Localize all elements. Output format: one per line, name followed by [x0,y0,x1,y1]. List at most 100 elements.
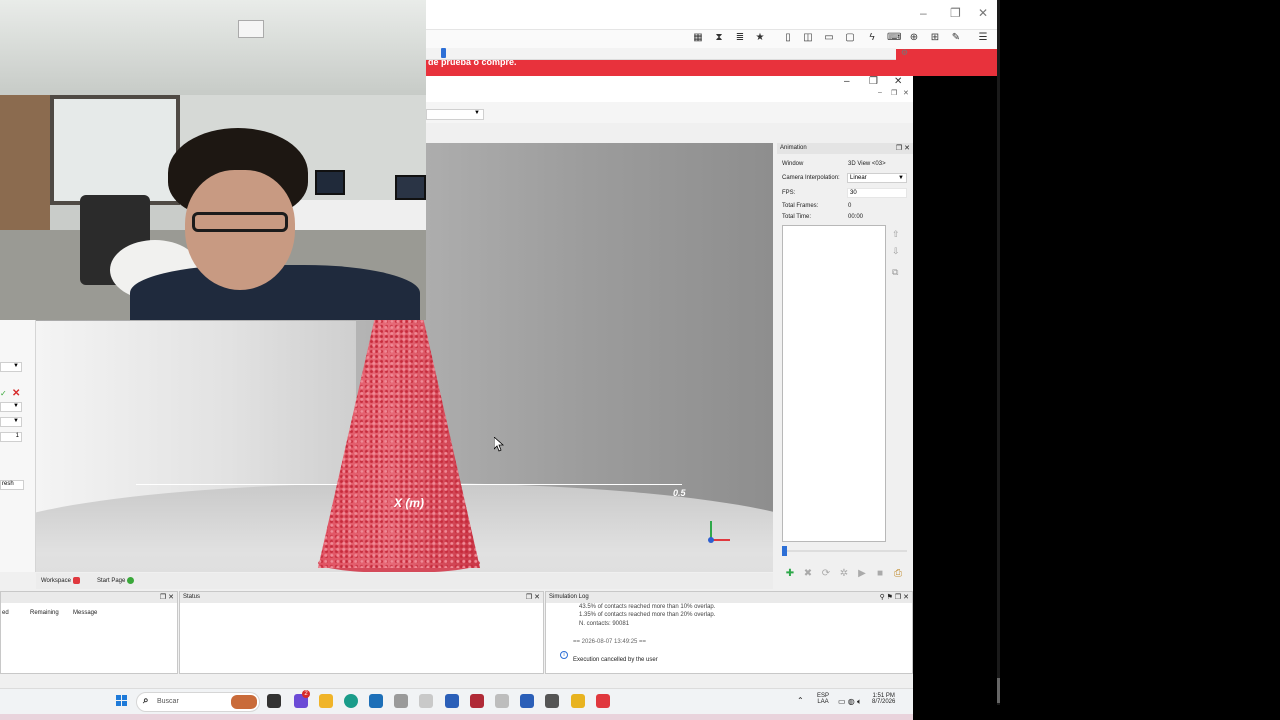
clock[interactable]: 1:51 PM 8/7/2026 [872,693,895,705]
hourglass-icon[interactable]: ⧗ [713,32,725,44]
app-minimize-icon[interactable]: – [844,76,850,87]
tablet-icon[interactable]: ▭ [823,32,835,44]
move-down-icon[interactable]: ⇩ [892,246,900,257]
store-icon[interactable] [369,694,383,708]
time-slider-thumb[interactable] [441,48,446,58]
globe-icon[interactable]: ⊕ [908,32,920,44]
duplicate-icon[interactable]: ⧉ [892,267,898,278]
remove-icon[interactable]: ✕ [12,388,20,399]
col-remaining[interactable]: Remaining [30,610,59,616]
close-icon[interactable]: ✕ [978,6,988,20]
app-icon[interactable] [394,694,408,708]
slider-settings-icon[interactable]: ⚙ [901,48,908,57]
move-up-icon[interactable]: ⇧ [892,229,900,240]
clock-date: 8/7/2026 [872,699,896,705]
col-elapsed[interactable]: ed [2,610,9,616]
star-icon[interactable]: ★ [754,32,766,44]
check-icon[interactable]: ✓ [0,389,7,398]
panel-float-close-icon[interactable]: ❐ ✕ [526,592,540,603]
browser-toolbar: ▦ ⧗ ≣ ★ ▯ ◫ ▭ ▢ ϟ ⌨ ⊕ ⊞ ✎ ☰ [426,30,997,49]
taskbar: ⌕ Buscar 2 ⌃ ESP LAA ▭ ◍ 🔈︎ 1:51 PM 8/7/… [0,688,913,714]
rocky-dem-icon[interactable] [596,694,610,708]
powerpoint-icon[interactable] [445,694,459,708]
language-indicator[interactable]: ESP LAA [817,693,829,705]
app-close-icon[interactable]: ✕ [894,76,902,87]
search-placeholder: Buscar [157,698,179,705]
teams-icon[interactable]: 2 [294,690,310,708]
webcam-person-glasses [192,212,288,232]
word-icon[interactable] [495,694,509,708]
webcam-ceiling [0,0,426,95]
scrollbar[interactable] [997,0,1000,705]
time-slider-track[interactable]: ⚙ [426,48,908,60]
database-icon[interactable]: ≣ [734,32,746,44]
pen-icon[interactable]: ✎ [950,32,962,44]
chart-icon[interactable]: ▦ [692,32,704,44]
animation-panel: Animation ❐ ✕ Window 3D View <03> Camera… [777,143,913,588]
col-message[interactable]: Message [73,610,97,616]
stop-icon[interactable]: ■ [873,567,887,581]
restore-icon[interactable]: ❐ [950,6,961,20]
log-cancel-message: Execution cancelled by the user [573,657,658,663]
app-icon[interactable] [419,694,433,708]
scrollbar-thumb[interactable] [997,678,1000,703]
add-keyframe-icon[interactable]: ✚ [783,567,797,581]
delete-keyframe-icon[interactable]: ✖ [801,567,815,581]
log-line: 1.35% of contacts reached more than 20% … [579,612,716,618]
menu-icon[interactable]: ☰ [977,32,989,44]
tab-start-page[interactable]: Start Page [97,577,135,584]
close-tab-icon[interactable] [72,577,80,584]
windows-start-icon[interactable] [116,695,128,707]
fps-input[interactable]: 30 [847,188,907,198]
app-menubar: – ❐ ✕ [426,88,913,102]
left-combo-3[interactable]: ▼ [0,417,22,427]
left-field-text: 1 [15,433,19,439]
keyframe-list[interactable] [782,225,886,542]
app-toolbar: ▼ [426,102,913,123]
left-field-value[interactable]: 1 [0,432,22,442]
tab-workspace[interactable]: Workspace [41,577,80,584]
refresh-button[interactable]: resh [0,480,24,490]
refresh-keyframe-icon[interactable]: ⟳ [819,567,833,581]
left-combo-1[interactable]: ▼ [0,362,22,372]
mdi-close-icon[interactable]: ✕ [903,89,909,97]
settings-keyframe-icon[interactable]: ✲ [837,567,851,581]
app-restore-icon[interactable]: ❐ [869,76,878,87]
total-frames-value: 0 [848,203,852,209]
project-icon[interactable] [520,694,534,708]
puzzle-icon[interactable]: ⊞ [929,32,941,44]
minimize-icon[interactable]: – [920,6,927,20]
keyboard-icon[interactable]: ⌨ [887,32,901,44]
file-explorer-icon[interactable] [319,694,333,708]
snip-icon[interactable] [545,694,559,708]
mdi-min-icon[interactable]: – [878,89,882,96]
notes-icon[interactable] [571,694,585,708]
status-panel: Status ❐ ✕ [179,591,544,674]
mdi-restore-icon[interactable]: ❐ [891,89,897,97]
add-tab-icon[interactable] [127,577,135,584]
export-video-icon[interactable]: ⎙ [891,567,905,581]
comment-icon[interactable]: ▢ [844,32,856,44]
refresh-label: resh [2,481,14,487]
task-view-icon[interactable] [267,694,281,708]
page-icon[interactable]: ▯ [782,32,794,44]
animation-slider-thumb[interactable] [782,546,787,556]
log-line: 43.5% of contacts reached more than 10% … [579,604,716,610]
camera-interpolation-select[interactable]: Linear ▼ [847,173,907,183]
edge-icon[interactable] [344,694,358,708]
simulation-log-header: Simulation Log ⚲ ⚑ ❐ ✕ [546,592,912,603]
bolt-icon[interactable]: ϟ [866,32,878,44]
toolbar-combo[interactable]: ▼ [426,109,484,120]
pdf-icon[interactable] [470,694,484,708]
animation-slider-track[interactable] [782,550,907,552]
taskbar-search[interactable]: ⌕ Buscar [136,692,260,712]
simulation-log-panel: Simulation Log ⚲ ⚑ ❐ ✕ 43.5% of contacts… [545,591,913,674]
network-volume-icon[interactable]: ▭ ◍ 🔈︎ [838,697,862,707]
play-icon[interactable]: ▶ [855,567,869,581]
panel-float-close-icon[interactable]: ❐ ✕ [896,143,910,154]
book-icon[interactable]: ◫ [802,32,814,44]
left-combo-2[interactable]: ▼ [0,402,22,412]
tray-chevron-icon[interactable]: ⌃ [797,696,804,705]
panel-float-close-icon[interactable]: ❐ ✕ [160,592,174,603]
log-tools-icon[interactable]: ⚲ ⚑ ❐ ✕ [880,592,909,603]
